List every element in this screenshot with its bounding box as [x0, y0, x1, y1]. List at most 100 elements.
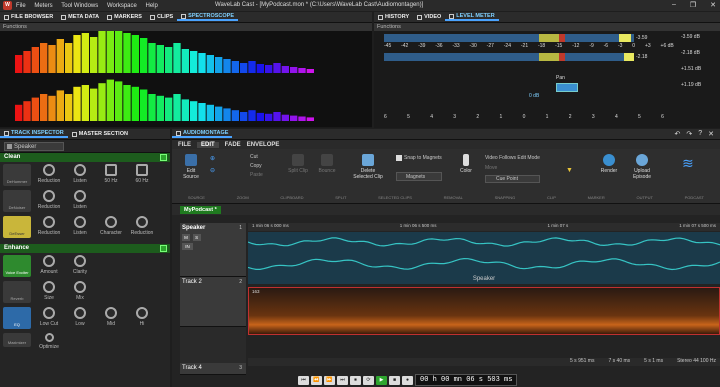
time-ruler[interactable]: 1 min 06 s 000 ms 1 min 06 s 500 ms 1 min … [248, 223, 720, 231]
pan-label: Pan [556, 75, 565, 81]
solo-button[interactable]: S [192, 234, 201, 241]
tab-file-browser[interactable]: FILE BROWSER [0, 14, 57, 20]
reverb-toggle[interactable]: Reverb [3, 281, 31, 303]
denoiser-toggle[interactable]: DeNoiser [3, 190, 31, 212]
pause-button[interactable]: ■ [389, 375, 400, 385]
functions-menu[interactable]: Functions [0, 23, 372, 31]
tab-history[interactable]: HISTORY [374, 14, 413, 20]
dehummer-toggle[interactable]: DeHummer [3, 164, 31, 186]
menu-tool-windows[interactable]: Tool Windows [61, 3, 98, 9]
meter-functions-menu[interactable]: Functions [374, 23, 720, 31]
menu-file[interactable]: File [16, 3, 26, 9]
tab-fade[interactable]: FADE [225, 142, 241, 148]
deesser-toggle[interactable]: DeEsser [3, 216, 31, 238]
zoom-out-icon[interactable]: ⊖ [210, 167, 215, 174]
magnets-dropdown[interactable]: Magnets [396, 172, 442, 181]
menu-workspace[interactable]: Workspace [107, 3, 137, 9]
dehummer-reduction-knob[interactable]: Reduction [36, 164, 62, 184]
maximizer-optimize-knob[interactable]: Optimize [36, 333, 62, 350]
track-4[interactable]: Track 4 3 [180, 363, 246, 375]
copy-button[interactable]: Copy [250, 163, 263, 169]
help-icon[interactable]: ? [698, 130, 702, 138]
eq-toggle[interactable]: EQ [3, 307, 31, 329]
upload-episode-button[interactable]: Upload Episode [627, 154, 657, 180]
undo-icon[interactable]: ↶ [674, 130, 680, 138]
denoiser-reduction-knob[interactable]: Reduction [36, 190, 62, 210]
exciter-clarity-knob[interactable]: Clarity [67, 255, 93, 275]
deesser-reduction2-knob[interactable]: Reduction [129, 216, 155, 236]
close-button[interactable]: ✕ [710, 1, 716, 9]
tab-envelope[interactable]: ENVELOPE [247, 142, 280, 148]
montage-doc-tab[interactable]: MyPodcast * [180, 205, 221, 214]
bounce-button[interactable]: Bounce [316, 154, 338, 174]
marker-icon[interactable]: ▼ [566, 167, 576, 175]
track-speaker[interactable]: Speaker 1 M S IN [180, 223, 246, 277]
enhance-enable-icon[interactable] [160, 245, 167, 252]
clean-section-header[interactable]: Clean [0, 153, 170, 162]
voice-exciter-toggle[interactable]: Voice Exciter [3, 255, 31, 277]
tab-markers[interactable]: MARKERS [103, 14, 146, 20]
redo-icon[interactable]: ↷ [686, 130, 692, 138]
clean-enable-icon[interactable] [160, 154, 167, 161]
move-option[interactable]: Move [485, 165, 540, 171]
reverb-mix-knob[interactable]: Mix [67, 281, 93, 301]
track-select[interactable]: Speaker [4, 141, 64, 151]
deesser-listen-knob[interactable]: Listen [67, 216, 93, 236]
more-icon[interactable]: ✕ [708, 130, 714, 138]
deesser-reduction-knob[interactable]: Reduction [36, 216, 62, 236]
tab-video[interactable]: VIDEO [413, 14, 445, 20]
track-2[interactable]: Track 2 2 [180, 277, 246, 327]
delete-clip-button[interactable]: Delete Selected Clip [352, 154, 384, 180]
spectrum-bar [290, 67, 298, 73]
render-button[interactable]: Render [597, 154, 621, 174]
tab-file[interactable]: FILE [178, 142, 191, 148]
rewind-button[interactable]: ⏪ [311, 375, 322, 385]
loop-button[interactable]: ⟳ [363, 375, 374, 385]
paste-button[interactable]: Paste [250, 172, 263, 178]
eq-mid-knob[interactable]: Mid [98, 307, 124, 327]
mute-button[interactable]: M [182, 234, 190, 241]
stop-button[interactable]: ⏹ [350, 375, 361, 385]
dehummer-60hz[interactable]: 60 Hz [129, 164, 155, 184]
menu-meters[interactable]: Meters [34, 3, 52, 9]
cue-point-dropdown[interactable]: Cue Point [485, 175, 540, 183]
eq-lowcut-knob[interactable]: Low Cut [36, 307, 62, 327]
tab-master-section[interactable]: MASTER SECTION [68, 131, 132, 137]
snap-to-magnets-checkbox[interactable]: Snap to Magnets [396, 155, 442, 161]
go-to-end-button[interactable]: ⏭ [337, 375, 348, 385]
tab-level-meter[interactable]: LEVEL METER [445, 13, 499, 21]
exciter-amount-knob[interactable]: Amount [36, 255, 62, 275]
color-button[interactable]: Color [458, 154, 474, 174]
enhance-section-header[interactable]: Enhance [0, 244, 170, 253]
reverb-size-knob[interactable]: Size [36, 281, 62, 301]
go-to-start-button[interactable]: ⏮ [298, 375, 309, 385]
denoiser-listen-knob[interactable]: Listen [67, 190, 93, 210]
record-button[interactable]: ● [402, 375, 413, 385]
edit-source-button[interactable]: Edit Source [180, 154, 202, 180]
minimize-button[interactable]: – [672, 1, 676, 9]
maximizer-toggle[interactable]: Maximizer [3, 333, 31, 347]
split-clip-button[interactable]: Split Clip [287, 154, 309, 174]
speaker-clip[interactable]: Speaker [248, 232, 720, 284]
menu-help[interactable]: Help [146, 3, 158, 9]
tab-clips[interactable]: CLIPS [146, 14, 177, 20]
tab-meta-data[interactable]: META DATA [57, 14, 103, 20]
video-follows-checkbox[interactable]: Video Follows Edit Mode [485, 155, 540, 161]
dehummer-50hz[interactable]: 50 Hz [98, 164, 124, 184]
eq-hi-knob[interactable]: Hi [129, 307, 155, 327]
play-button[interactable]: ▶ [376, 375, 387, 385]
maximize-button[interactable]: ❐ [690, 1, 696, 9]
transport-bar: ⏮ ⏪ ⏩ ⏭ ⏹ ⟳ ▶ ■ ● 00 h 00 mn 06 s 503 ms [298, 374, 518, 386]
tab-edit[interactable]: EDIT [197, 141, 219, 148]
tab-spectroscope[interactable]: SPECTROSCOPE [177, 13, 238, 21]
deesser-character-knob[interactable]: Character [98, 216, 124, 236]
video-clip[interactable]: 163 [248, 287, 720, 335]
input-button[interactable]: IN [182, 243, 193, 250]
fast-forward-button[interactable]: ⏩ [324, 375, 335, 385]
cut-button[interactable]: Cut [250, 154, 263, 160]
zoom-in-icon[interactable]: ⊕ [210, 155, 215, 162]
dehummer-listen-knob[interactable]: Listen [67, 164, 93, 184]
tab-track-inspector[interactable]: TRACK INSPECTOR [0, 130, 68, 138]
eq-low-knob[interactable]: Low [67, 307, 93, 327]
spectrum-bar [215, 57, 223, 73]
